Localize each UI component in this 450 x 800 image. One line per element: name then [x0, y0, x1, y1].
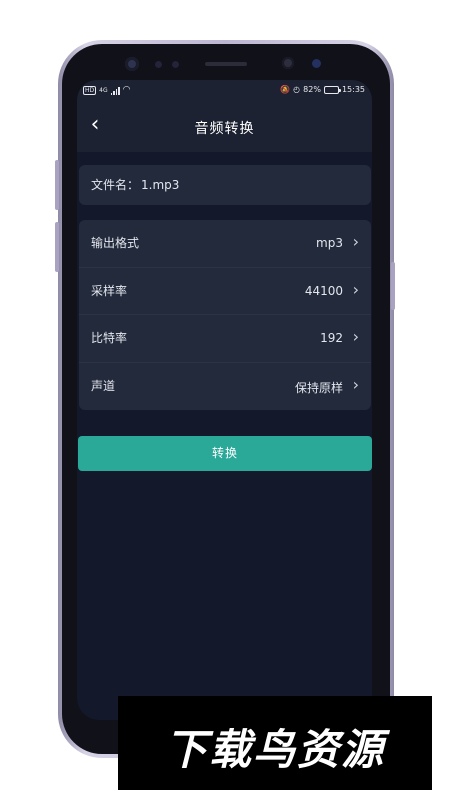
top-bar: HD 4G ◠ 🔕 ◴ 82% 15:35 ‹ 音频转换 [77, 80, 372, 152]
page-title: 音频转换 [194, 121, 255, 137]
watermark-text: 下载鸟资源 [164, 725, 385, 774]
mute-icon: 🔕 [280, 85, 291, 94]
volume-up-key [55, 160, 59, 210]
chevron-right-icon: › [352, 279, 359, 299]
clock: 15:35 [341, 85, 365, 94]
iris-scanner-icon [282, 57, 294, 69]
chevron-right-icon: › [352, 374, 359, 394]
setting-row-output-format[interactable]: 输出格式 mp3 › [79, 220, 371, 268]
setting-value: 44100 [304, 283, 343, 298]
setting-label: 声道 [91, 378, 116, 393]
app-screen: HD 4G ◠ 🔕 ◴ 82% 15:35 ‹ 音频转换 文件名： 1.mp3 … [77, 80, 372, 720]
setting-value: 192 [320, 331, 343, 345]
watermark-banner: 下载鸟资源 [118, 696, 432, 790]
status-right: 🔕 ◴ 82% 15:35 [280, 85, 365, 94]
status-bar: HD 4G ◠ 🔕 ◴ 82% 15:35 [77, 84, 372, 100]
power-key [391, 262, 395, 310]
volume-down-key [55, 222, 59, 272]
chevron-right-icon: › [352, 232, 359, 251]
setting-row-channel[interactable]: 声道 保持原样 › [79, 363, 371, 411]
signal-icon [110, 86, 120, 95]
setting-label: 输出格式 [91, 236, 140, 250]
battery-icon [323, 85, 341, 94]
setting-label: 比特率 [91, 331, 128, 345]
setting-row-sample-rate[interactable]: 采样率 44100 › [79, 268, 371, 315]
battery-percent: 82% [303, 85, 321, 94]
setting-value: mp3 [316, 236, 343, 250]
settings-list: 输出格式 mp3 › 采样率 44100 › 比特率 192 › 声道 保持原样… [79, 220, 371, 410]
data-saver-icon: ◴ [293, 85, 301, 94]
setting-value: 保持原样 [294, 380, 343, 395]
front-camera-icon [125, 57, 139, 71]
network-type: 4G [99, 87, 108, 94]
file-name-value: 1.mp3 [141, 178, 180, 192]
setting-label: 采样率 [91, 283, 128, 298]
earpiece-speaker [205, 62, 247, 66]
status-left: HD 4G ◠ [83, 86, 130, 95]
sensor-icon [172, 61, 179, 68]
convert-button[interactable]: 转换 [78, 436, 372, 471]
hd-badge: HD [83, 86, 97, 95]
file-name-card: 文件名： 1.mp3 [79, 165, 371, 205]
file-name-label: 文件名： [91, 178, 140, 192]
chevron-right-icon: › [352, 327, 359, 346]
setting-row-bit-rate[interactable]: 比特率 192 › [79, 315, 371, 363]
proximity-sensor-icon [312, 59, 321, 68]
wifi-icon: ◠ [122, 85, 131, 95]
sensor-icon [155, 61, 162, 68]
